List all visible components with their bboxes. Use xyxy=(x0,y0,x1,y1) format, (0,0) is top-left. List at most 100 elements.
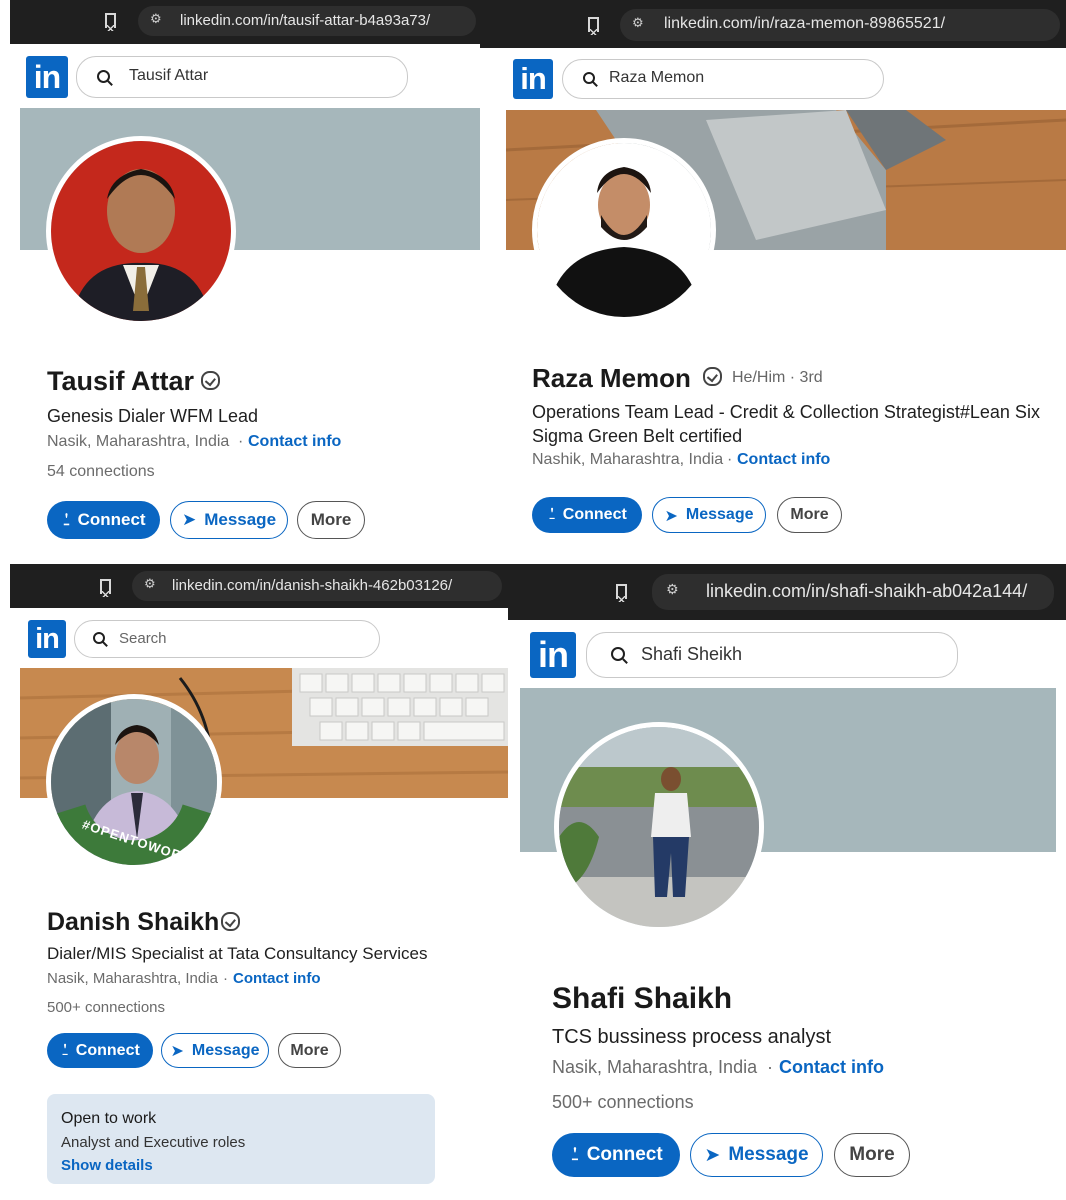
open-to-work-card[interactable]: Open to work Analyst and Executive roles… xyxy=(47,1094,435,1184)
pronouns-degree: He/Him · 3rd xyxy=(732,369,823,386)
profile-panel-danish: ⚙ linkedin.com/in/danish-shaikh-462b0312… xyxy=(10,564,508,1200)
add-person-icon: ⍘ xyxy=(547,506,557,523)
message-button[interactable]: ➤ Message xyxy=(690,1133,823,1177)
search-icon xyxy=(583,72,595,84)
profile-photo[interactable] xyxy=(532,138,716,322)
send-icon: ➤ xyxy=(664,505,678,525)
connect-label: Connect xyxy=(562,506,627,523)
profile-panel-tausif: ⚙ linkedin.com/in/tausif-attar-b4a93a73/… xyxy=(10,0,480,558)
search-input[interactable]: Tausif Attar xyxy=(76,56,408,98)
connect-label: Connect xyxy=(75,1041,140,1059)
connections-count[interactable]: 54 connections xyxy=(47,463,155,481)
more-button[interactable]: More xyxy=(297,501,365,539)
linkedin-logo-icon[interactable]: in xyxy=(26,56,68,98)
site-settings-icon[interactable]: ⚙ xyxy=(150,12,162,27)
connect-button[interactable]: ⍘ Connect xyxy=(552,1133,680,1177)
url-field[interactable]: ⚙ linkedin.com/in/shafi-shaikh-ab042a144… xyxy=(652,574,1054,610)
open-to-work-roles: Analyst and Executive roles xyxy=(61,1134,246,1151)
url-text: linkedin.com/in/tausif-attar-b4a93a73/ xyxy=(180,12,431,29)
send-icon: ➤ xyxy=(704,1144,721,1166)
more-button[interactable]: More xyxy=(834,1133,910,1177)
search-icon xyxy=(97,70,110,83)
url-field[interactable]: ⚙ linkedin.com/in/raza-memon-89865521/ xyxy=(620,9,1060,41)
verified-badge-icon xyxy=(201,371,220,390)
profile-headline: Operations Team Lead - Credit & Collecti… xyxy=(532,402,1040,446)
message-button[interactable]: ➤ Message xyxy=(170,501,288,539)
message-label: Message xyxy=(728,1144,809,1165)
url-field[interactable]: ⚙ linkedin.com/in/tausif-attar-b4a93a73/ xyxy=(138,6,476,36)
more-button[interactable]: More xyxy=(278,1033,341,1068)
contact-info-link[interactable]: Contact info xyxy=(233,970,321,987)
search-input[interactable]: Raza Memon xyxy=(562,59,884,99)
profile-location: Nasik, Maharashtra, India xyxy=(47,433,230,450)
message-label: Message xyxy=(204,510,277,529)
browser-address-bar: ⚙ linkedin.com/in/raza-memon-89865521/ xyxy=(480,0,1066,48)
search-icon xyxy=(93,632,105,644)
verified-badge-icon xyxy=(703,367,722,386)
url-text: linkedin.com/in/raza-memon-89865521/ xyxy=(664,15,946,32)
connect-button[interactable]: ⍘ Connect xyxy=(47,1033,153,1068)
add-person-icon: ⍘ xyxy=(569,1144,581,1165)
browser-address-bar: ⚙ linkedin.com/in/tausif-attar-b4a93a73/ xyxy=(10,0,480,44)
profile-panel-shafi: ⚙ linkedin.com/in/shafi-shaikh-ab042a144… xyxy=(508,564,1066,1200)
profile-name: Tausif Attar xyxy=(47,366,195,396)
contact-info-link[interactable]: Contact info xyxy=(248,433,341,451)
search-text: Shafi Sheikh xyxy=(641,644,743,664)
bookmark-icon[interactable] xyxy=(616,584,627,602)
message-label: Message xyxy=(191,1041,260,1059)
show-details-link[interactable]: Show details xyxy=(61,1157,153,1174)
connect-button[interactable]: ⍘ Connect xyxy=(532,497,642,533)
site-settings-icon[interactable]: ⚙ xyxy=(632,16,644,31)
profile-headline: Dialer/MIS Specialist at Tata Consultanc… xyxy=(47,944,428,963)
profile-location: Nasik, Maharashtra, India xyxy=(47,970,218,987)
url-field[interactable]: ⚙ linkedin.com/in/danish-shaikh-462b0312… xyxy=(132,571,502,601)
connect-label: Connect xyxy=(77,510,146,529)
more-label: More xyxy=(310,510,352,529)
connections-count[interactable]: 500+ connections xyxy=(552,1092,694,1113)
profile-photo[interactable] xyxy=(554,722,764,932)
browser-address-bar: ⚙ linkedin.com/in/shafi-shaikh-ab042a144… xyxy=(508,564,1066,620)
message-button[interactable]: ➤ Message xyxy=(161,1033,269,1068)
connect-button[interactable]: ⍘ Connect xyxy=(47,501,160,539)
search-text: Raza Memon xyxy=(609,69,705,86)
linkedin-logo-icon[interactable]: in xyxy=(530,632,576,678)
message-button[interactable]: ➤ Message xyxy=(652,497,766,533)
search-input[interactable]: Search xyxy=(74,620,380,658)
site-settings-icon[interactable]: ⚙ xyxy=(144,577,156,592)
profile-name: Shafi Shaikh xyxy=(552,982,733,1015)
linkedin-logo-icon[interactable]: in xyxy=(513,59,553,99)
connections-count[interactable]: 500+ connections xyxy=(47,999,165,1016)
more-button[interactable]: More xyxy=(777,497,842,533)
connect-label: Connect xyxy=(586,1144,663,1165)
profile-name: Danish Shaikh xyxy=(47,908,220,936)
profile-name: Raza Memon xyxy=(532,363,691,393)
add-person-icon: ⍘ xyxy=(60,1041,70,1059)
bookmark-icon[interactable] xyxy=(588,17,599,35)
search-input[interactable]: Shafi Sheikh xyxy=(586,632,958,678)
bookmark-icon[interactable] xyxy=(100,579,111,597)
verified-badge-icon xyxy=(221,912,240,931)
contact-info-link[interactable]: Contact info xyxy=(737,451,830,469)
open-to-work-title: Open to work xyxy=(61,1110,157,1127)
message-label: Message xyxy=(685,506,754,523)
more-label: More xyxy=(849,1144,895,1165)
profile-location: Nasik, Maharashtra, India xyxy=(552,1057,758,1077)
profile-photo[interactable] xyxy=(46,136,236,326)
search-icon xyxy=(611,647,625,661)
search-text: Search xyxy=(119,630,167,647)
send-icon: ➤ xyxy=(170,1041,184,1060)
contact-info-link[interactable]: Contact info xyxy=(779,1057,884,1078)
separator-dot: · xyxy=(727,451,733,468)
more-label: More xyxy=(290,1041,329,1059)
url-text: linkedin.com/in/shafi-shaikh-ab042a144/ xyxy=(706,581,1028,601)
separator-dot: · xyxy=(767,1057,773,1077)
send-icon: ➤ xyxy=(181,510,197,530)
site-settings-icon[interactable]: ⚙ xyxy=(666,582,679,598)
separator-dot: · xyxy=(238,433,244,450)
linkedin-logo-icon[interactable]: in xyxy=(28,620,66,658)
profile-headline: TCS bussiness process analyst xyxy=(552,1026,832,1048)
bookmark-icon[interactable] xyxy=(105,13,116,31)
profile-location: Nashik, Maharashtra, India xyxy=(532,451,724,468)
profile-headline: Genesis Dialer WFM Lead xyxy=(47,406,259,426)
more-label: More xyxy=(790,506,829,523)
